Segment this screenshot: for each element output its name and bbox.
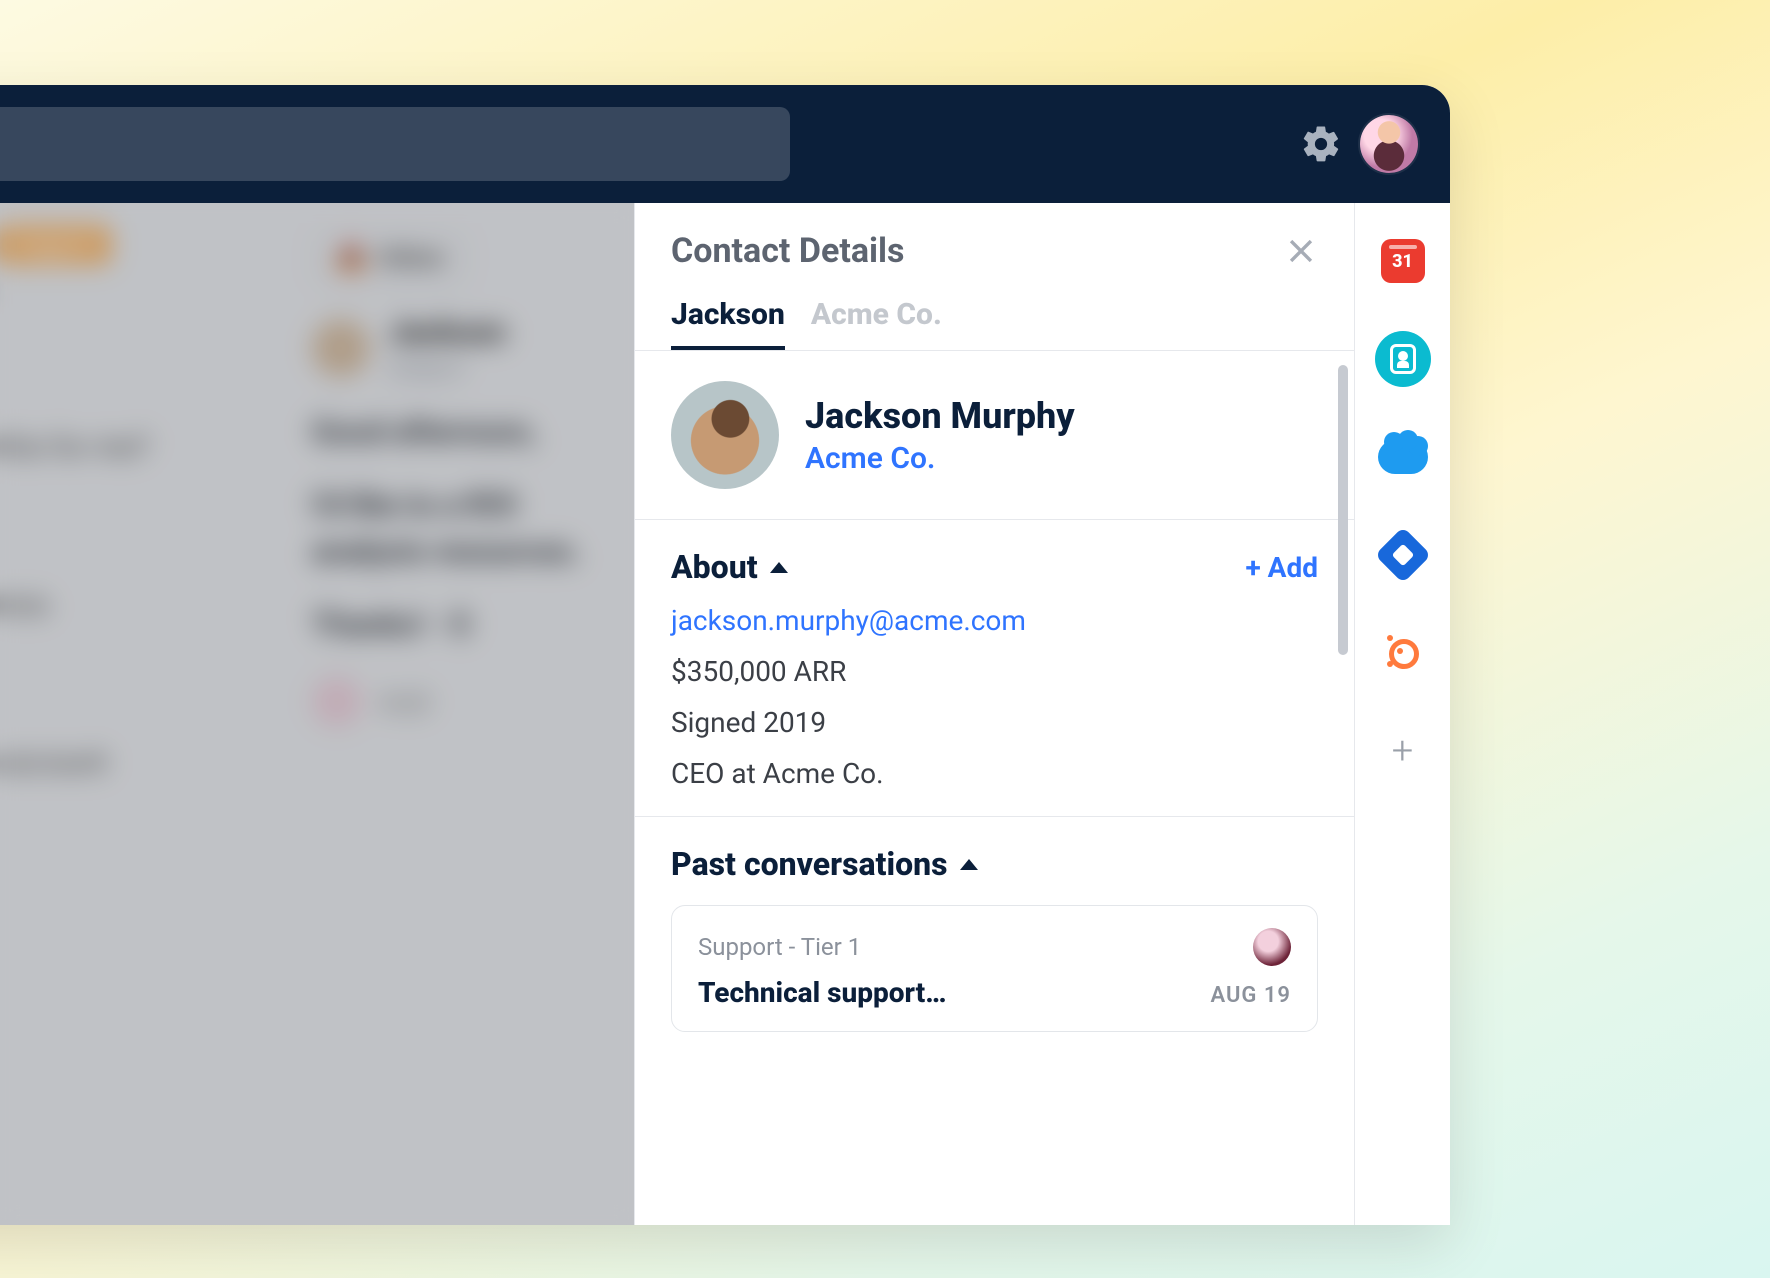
topbar xyxy=(0,85,1450,203)
past-heading[interactable]: Past conversations xyxy=(671,845,978,883)
add-about-button[interactable]: + Add xyxy=(1245,551,1318,584)
contact-company-link[interactable]: Acme Co. xyxy=(805,441,1075,476)
panel-tabs: Jackson Acme Co. xyxy=(671,297,1318,351)
conversation-date: AUG 19 xyxy=(1210,983,1291,1008)
calendar-icon[interactable]: 31 xyxy=(1375,233,1431,289)
caret-up-icon xyxy=(960,859,978,870)
conversation-team: Support - Tier 1 xyxy=(698,933,861,961)
caret-up-icon xyxy=(770,562,788,573)
panel-title: Contact Details xyxy=(671,231,904,271)
user-avatar[interactable] xyxy=(1360,115,1418,173)
contacts-icon[interactable] xyxy=(1375,331,1431,387)
app-window: MurphySupportquestion1d · Mar 3Chiltonlo… xyxy=(0,85,1450,1225)
tab-jackson[interactable]: Jackson xyxy=(671,297,785,351)
about-section: About + Add jackson.murphy@acme.com $350… xyxy=(635,520,1354,816)
close-icon[interactable] xyxy=(1284,234,1318,268)
jira-icon[interactable] xyxy=(1375,527,1431,583)
gear-icon[interactable] xyxy=(1300,123,1342,165)
conversation-card[interactable]: Support - Tier 1 Technical support… AUG … xyxy=(671,905,1318,1032)
about-line: CEO at Acme Co. xyxy=(671,757,1318,790)
past-conversations-section: Past conversations Support - Tier 1 Tech… xyxy=(635,816,1354,1058)
integrations-rail: 31 + xyxy=(1354,203,1450,1225)
add-integration-icon[interactable]: + xyxy=(1375,723,1431,779)
conversation-title: Technical support… xyxy=(698,976,946,1009)
conversation-avatar xyxy=(1253,928,1291,966)
contact-name: Jackson Murphy xyxy=(805,395,1075,437)
about-line: Signed 2019 xyxy=(671,706,1318,739)
contact-details-panel: Contact Details Jackson Acme Co. Jackson … xyxy=(634,203,1354,1225)
scrollbar[interactable] xyxy=(1338,365,1348,655)
tab-acme-co-[interactable]: Acme Co. xyxy=(811,297,942,351)
search-input[interactable] xyxy=(0,107,790,181)
inbox-background: MurphySupportquestion1d · Mar 3Chiltonlo… xyxy=(0,203,634,1225)
contact-avatar xyxy=(671,381,779,489)
contact-email[interactable]: jackson.murphy@acme.com xyxy=(671,604,1318,637)
about-line: $350,000 ARR xyxy=(671,655,1318,688)
about-heading[interactable]: About xyxy=(671,548,788,586)
salesforce-icon[interactable] xyxy=(1375,429,1431,485)
hubspot-icon[interactable] xyxy=(1375,625,1431,681)
